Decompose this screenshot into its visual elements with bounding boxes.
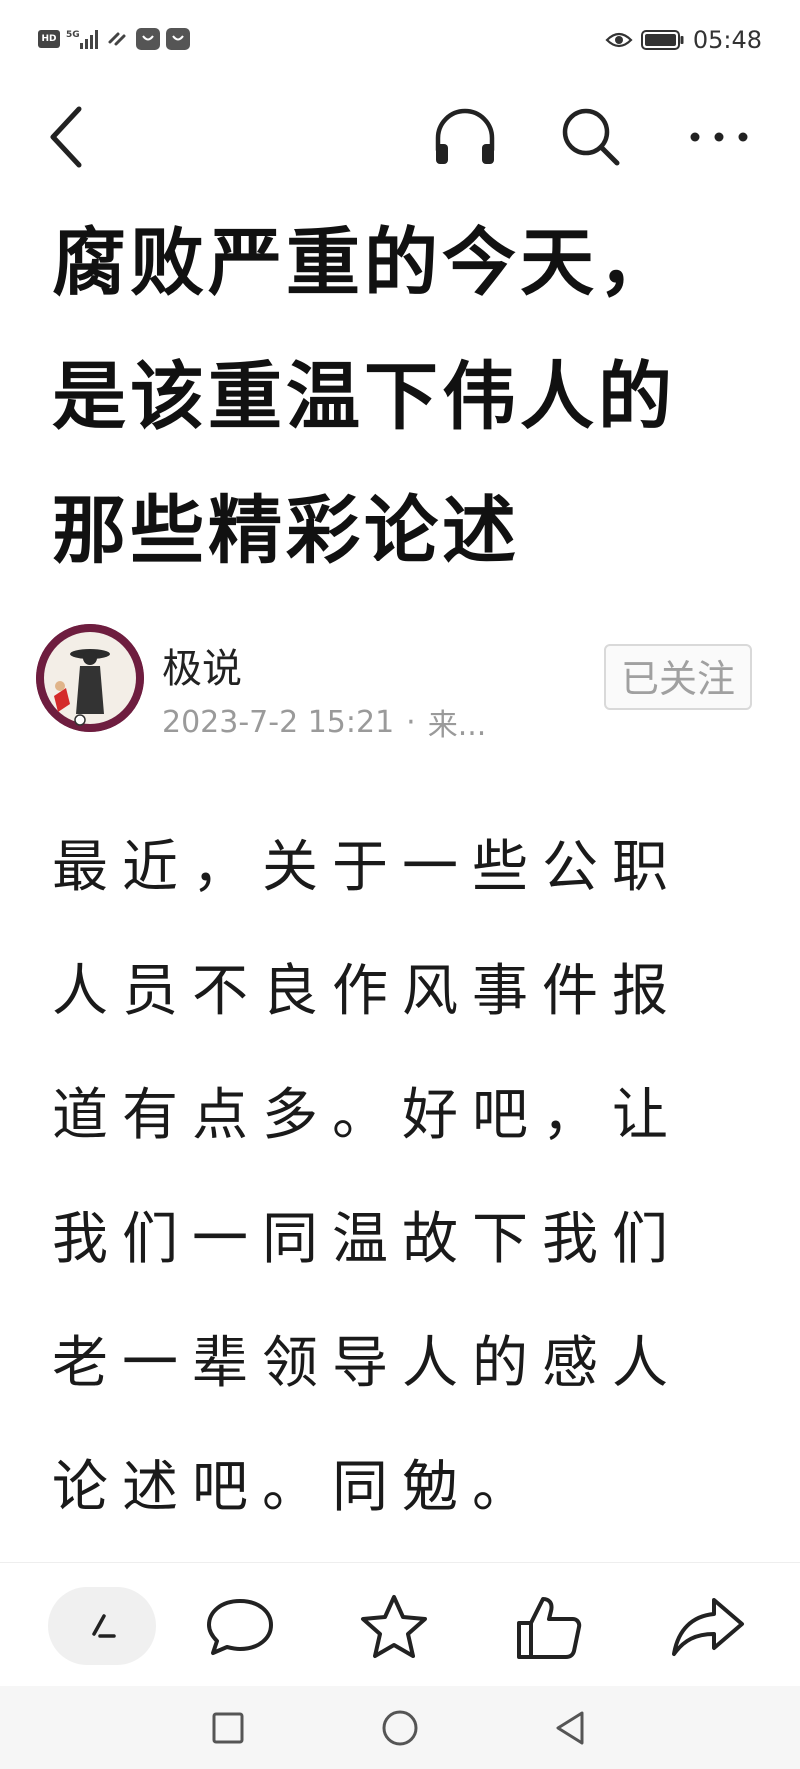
like-button[interactable] <box>508 1591 588 1663</box>
star-icon <box>361 1595 427 1658</box>
listen-button[interactable] <box>430 102 500 172</box>
article-title: 腐败严重的今天， 是该重温下伟人的 那些精彩论述 <box>52 196 752 598</box>
share-icon <box>672 1598 744 1656</box>
headphones-icon <box>435 108 495 164</box>
top-nav <box>0 88 800 184</box>
battery-icon <box>640 29 685 51</box>
search-button[interactable] <box>556 102 626 172</box>
link-icon <box>106 28 130 50</box>
title-line: 那些精彩论述 <box>52 488 520 574</box>
article-body: 最近，关于一些公职 人员不良作风事件报 道有点多。好吧，让 我们一同温故下我们 … <box>52 806 772 1550</box>
body-line: 道有点多。好吧，让 <box>52 1083 682 1148</box>
write-comment-button[interactable] <box>48 1587 156 1665</box>
app-notification-icon <box>166 28 190 50</box>
author-name[interactable]: 极说 <box>162 636 242 694</box>
chevron-left-icon <box>50 106 82 168</box>
avatar-image <box>36 624 144 732</box>
more-button[interactable] <box>684 102 754 172</box>
signal-5g-icon: 5G <box>66 28 100 50</box>
clock: 05:48 <box>692 26 762 54</box>
meta-separator: · <box>406 704 416 740</box>
svg-text:5G: 5G <box>66 30 80 40</box>
hd-icon: HD <box>38 30 60 48</box>
source-label: 来... <box>427 708 487 743</box>
write-comment-icon <box>92 1614 116 1638</box>
body-line: 我们一同温故下我们 <box>52 1207 682 1272</box>
share-button[interactable] <box>668 1591 748 1663</box>
follow-button[interactable]: 已关注 <box>604 644 752 710</box>
back-button[interactable] <box>30 102 100 172</box>
body-line: 最近，关于一些公职 <box>52 835 682 900</box>
status-bar: HD 5G 05:48 <box>0 0 800 88</box>
circle-icon <box>382 1710 418 1746</box>
search-icon <box>562 108 620 166</box>
status-bar-right: 05:48 <box>605 26 762 54</box>
home-button[interactable] <box>372 1700 428 1756</box>
body-line: 老一辈领导人的感人 <box>52 1331 682 1396</box>
status-bar-left: HD 5G <box>38 28 190 50</box>
triangle-back-icon <box>556 1711 584 1745</box>
author-avatar[interactable] <box>36 624 144 732</box>
title-line: 是该重温下伟人的 <box>52 354 676 440</box>
system-back-button[interactable] <box>542 1700 598 1756</box>
body-line: 论述吧。同勉。 <box>52 1455 542 1520</box>
favorite-button[interactable] <box>354 1591 434 1663</box>
action-bar <box>0 1562 800 1687</box>
body-line: 人员不良作风事件报 <box>52 959 682 1024</box>
system-nav-bar <box>0 1686 800 1769</box>
comment-icon <box>207 1599 273 1655</box>
publish-datetime: 2023-7-2 15:21 <box>162 704 395 740</box>
more-horizontal-icon <box>690 132 748 142</box>
author-row: 极说 2023-7-2 15:21 · 来... 已关注 <box>36 620 766 743</box>
author-meta: 2023-7-2 15:21 · 来... <box>162 700 486 744</box>
recents-button[interactable] <box>200 1700 256 1756</box>
eye-icon <box>605 31 633 49</box>
comment-button[interactable] <box>200 1591 280 1663</box>
thumbs-up-icon <box>517 1597 582 1659</box>
app-notification-icon <box>136 28 160 50</box>
square-icon <box>212 1712 244 1744</box>
title-line: 腐败严重的今天， <box>52 220 676 306</box>
